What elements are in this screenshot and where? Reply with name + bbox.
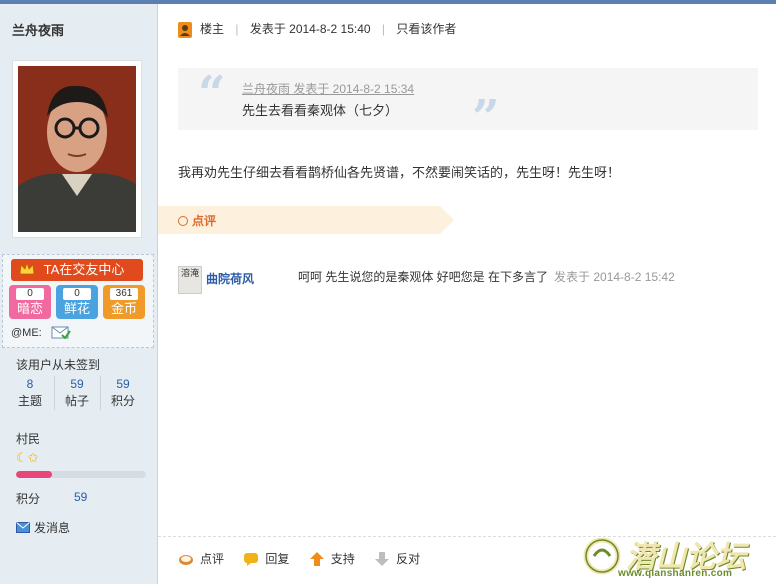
count-num: 8 <box>26 377 34 391</box>
count-num: 59 <box>116 377 130 391</box>
crown-icon <box>19 262 35 275</box>
comment-label: 点评 <box>178 212 216 229</box>
comment-icon <box>179 555 193 565</box>
separator: | <box>235 22 239 36</box>
reply-button-label: 回复 <box>265 552 290 566</box>
oppose-button-label: 反对 <box>396 552 421 566</box>
reply-comment: 呵呵 先生说您的是秦观体 好吧您是 在下多言了 发表于 2014-8-2 15:4… <box>298 268 675 285</box>
thumb-up-arrow-icon <box>309 552 324 566</box>
comment-button[interactable]: 点评 <box>178 550 224 567</box>
friend-center-box: TA在交友中心 0 暗恋 0 鲜花 361 金币 @ME: <box>2 254 154 348</box>
moon-icon: ☾ <box>16 450 28 465</box>
level-progress-fill <box>16 471 53 478</box>
count-num: 59 <box>70 377 84 391</box>
floor-owner-icon <box>178 21 192 38</box>
separator: | <box>381 22 386 36</box>
stat-coins[interactable]: 361 金币 <box>103 285 145 319</box>
count-label: 积分 <box>110 394 135 408</box>
author-counts: 8 主题 59 帖子 59 积分 <box>8 376 148 416</box>
reply-icon <box>244 553 259 566</box>
count-label: 帖子 <box>64 394 89 408</box>
reply-username[interactable]: 曲院荷风 <box>206 270 254 287</box>
author-name[interactable]: 兰舟夜雨 <box>12 20 64 39</box>
score-value: 59 <box>74 490 88 504</box>
oppose-button[interactable]: 反对 <box>374 550 420 567</box>
score-row: 积分 59 <box>16 490 87 507</box>
signin-status: 该用户从未签到 <box>16 358 101 372</box>
quote-text: 先生去看看秦观体（七夕） <box>242 103 399 118</box>
star-icon: ✩ <box>27 450 39 465</box>
thumb-down-arrow-icon <box>375 552 390 566</box>
stat-num: 0 <box>63 288 91 300</box>
level-icons: ☾✩ <box>16 450 39 466</box>
reply-text: 呵呵 先生说您的是秦观体 好吧您是 在下多言了 <box>298 270 549 284</box>
circle-icon <box>178 216 188 226</box>
watermark-url: www.qianshanren.com <box>618 568 733 579</box>
only-author-link[interactable]: 只看该作者 <box>396 22 456 36</box>
count-label: 主题 <box>17 394 42 408</box>
support-button-label: 支持 <box>330 552 355 566</box>
floor-label: 楼主 <box>200 22 225 36</box>
count-threads[interactable]: 8 主题 <box>8 376 52 410</box>
open-quote-icon: “ <box>198 66 226 122</box>
send-message-link[interactable]: 发消息 <box>16 519 70 536</box>
stat-secret-crush[interactable]: 0 暗恋 <box>9 285 51 319</box>
quote-block: “ 兰舟夜雨 发表于 2014-8-2 15:34 先生去看看秦观体（七夕） ” <box>178 66 758 146</box>
ta-button-label: TA在交友中心 <box>43 262 125 277</box>
ta-friend-center-button[interactable]: TA在交友中心 <box>11 259 143 281</box>
logo-swirl-icon <box>583 537 621 575</box>
level-progress-bar <box>16 471 146 478</box>
comment-label-text: 点评 <box>192 214 217 228</box>
post-main: 楼主 | 发表于 2014-8-2 15:40 | 只看该作者 “ 兰舟夜雨 发… <box>158 4 776 584</box>
stat-num: 361 <box>110 288 138 300</box>
stat-label: 鲜花 <box>63 301 90 316</box>
author-avatar[interactable] <box>12 60 142 238</box>
stat-label: 金币 <box>110 301 137 316</box>
score-label: 积分 <box>16 492 41 506</box>
stat-label: 暗恋 <box>16 301 43 316</box>
me-label: @ME: <box>11 327 42 339</box>
author-sidebar: 兰舟夜雨 TA在交友中心 0 暗恋 0 鲜花 361 金币 @ME: 该用户从未… <box>0 4 158 584</box>
envelope-icon <box>16 522 30 533</box>
send-mail-icon[interactable] <box>51 325 71 340</box>
support-button[interactable]: 支持 <box>309 550 355 567</box>
post-header: 楼主 | 发表于 2014-8-2 15:40 | 只看该作者 <box>178 20 456 38</box>
post-actions: 点评 回复 支持 反对 <box>178 550 436 568</box>
close-quote-icon: ” <box>472 90 500 146</box>
forum-watermark-logo: 潜山论坛 www.qianshanren.com <box>578 530 774 582</box>
comment-section-header: 点评 <box>158 206 454 234</box>
reply-button[interactable]: 回复 <box>243 550 289 567</box>
quote-source-link[interactable]: 兰舟夜雨 发表于 2014-8-2 15:34 <box>242 80 414 97</box>
reply-time: 发表于 2014-8-2 15:42 <box>554 270 675 284</box>
count-points[interactable]: 59 积分 <box>100 376 145 410</box>
post-content: 我再劝先生仔细去看看鹊桥仙各先贤谱，不然要闹笑话的，先生呀！先生呀！ <box>178 165 621 180</box>
count-posts[interactable]: 59 帖子 <box>54 376 99 410</box>
comment-button-label: 点评 <box>200 552 225 566</box>
stat-flowers[interactable]: 0 鲜花 <box>56 285 98 319</box>
avatar-photo <box>18 66 136 232</box>
post-time: 发表于 2014-8-2 15:40 <box>249 22 371 36</box>
me-row: @ME: <box>11 325 71 340</box>
user-rank[interactable]: 村民 <box>16 430 40 447</box>
stat-num: 0 <box>16 288 44 300</box>
send-message-label: 发消息 <box>34 521 71 535</box>
reply-avatar[interactable]: 溶淹 <box>178 266 202 294</box>
